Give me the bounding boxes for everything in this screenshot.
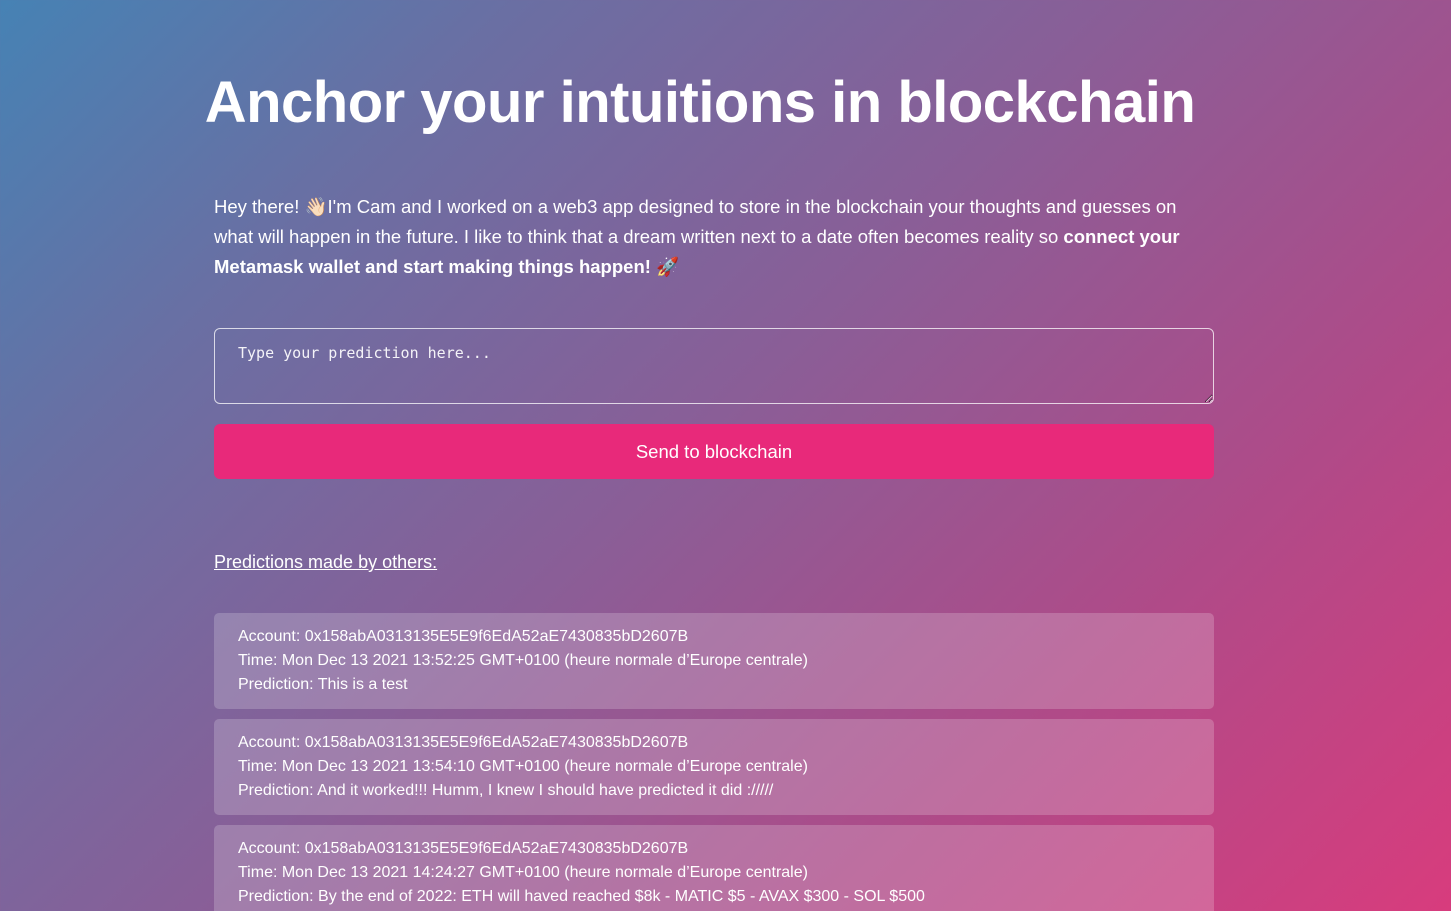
intro-paragraph: Hey there! 👋🏻I'm Cam and I worked on a w… — [214, 192, 1214, 282]
prediction-account: Account: 0x158abA0313135E5E9f6EdA52aE743… — [238, 734, 689, 751]
prediction-input[interactable] — [214, 328, 1214, 404]
predictions-heading: Predictions made by others: — [214, 552, 438, 572]
prediction-account: Account: 0x158abA0313135E5E9f6EdA52aE743… — [238, 840, 689, 857]
send-to-blockchain-button[interactable]: Send to blockchain — [214, 424, 1214, 479]
predictions-list: Account: 0x158abA0313135E5E9f6EdA52aE743… — [214, 613, 1214, 911]
prediction-text: Prediction: And it worked!!! Humm, I kne… — [238, 782, 774, 799]
prediction-text: Prediction: This is a test — [238, 676, 408, 693]
prediction-card: Account: 0x158abA0313135E5E9f6EdA52aE743… — [214, 613, 1214, 709]
prediction-account: Account: 0x158abA0313135E5E9f6EdA52aE743… — [238, 628, 689, 645]
prediction-card: Account: 0x158abA0313135E5E9f6EdA52aE743… — [214, 825, 1214, 911]
prediction-text: Prediction: By the end of 2022: ETH will… — [238, 888, 925, 905]
prediction-card: Account: 0x158abA0313135E5E9f6EdA52aE743… — [214, 719, 1214, 815]
prediction-time: Time: Mon Dec 13 2021 13:54:10 GMT+0100 … — [238, 758, 808, 775]
prediction-time: Time: Mon Dec 13 2021 13:52:25 GMT+0100 … — [238, 652, 808, 669]
page-title: Anchor your intuitions in blockchain — [204, 70, 1196, 135]
intro-text: Hey there! 👋🏻I'm Cam and I worked on a w… — [214, 196, 1177, 247]
rocket-icon: 🚀 — [650, 256, 680, 277]
prediction-time: Time: Mon Dec 13 2021 14:24:27 GMT+0100 … — [238, 864, 808, 881]
